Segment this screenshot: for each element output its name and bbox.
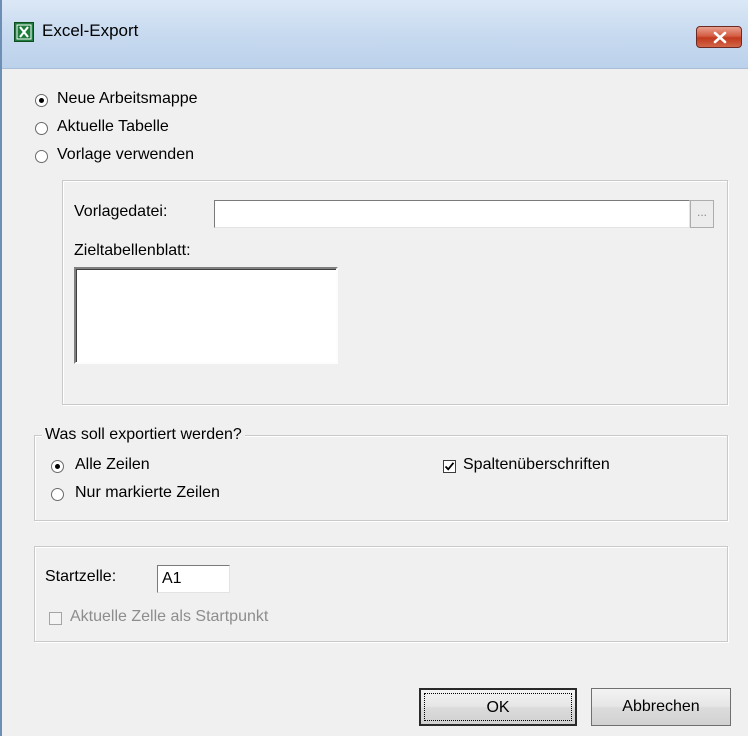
start-cell-label: Startzelle: — [45, 568, 117, 585]
start-cell-input[interactable]: A1 — [157, 565, 230, 593]
excel-export-dialog: Excel-Export Neue Arbeitsmappe Aktuelle … — [0, 0, 748, 736]
column-headers-checkbox[interactable] — [443, 460, 456, 473]
cancel-button-label: Abbrechen — [622, 698, 700, 715]
start-group — [34, 546, 728, 642]
export-group-legend: Was soll exportiert werden? — [42, 426, 245, 444]
close-icon — [713, 31, 727, 44]
radio-use-template[interactable] — [35, 150, 48, 163]
use-current-cell-checkbox[interactable] — [49, 612, 62, 625]
browse-button[interactable]: ... — [690, 200, 714, 228]
radio-new-workbook[interactable] — [35, 94, 48, 107]
cancel-button[interactable]: Abbrechen — [591, 688, 731, 726]
checkbox-label: Aktuelle Zelle als Startpunkt — [70, 608, 269, 625]
target-sheet-label: Zieltabellenblatt: — [74, 242, 191, 259]
radio-selected-rows[interactable] — [51, 488, 64, 501]
radio-current-table[interactable] — [35, 122, 48, 135]
target-sheet-list[interactable] — [74, 267, 338, 364]
excel-icon — [14, 22, 34, 42]
radio-label: Vorlage verwenden — [57, 146, 194, 163]
ok-button[interactable]: OK — [419, 688, 577, 726]
title-bar[interactable]: Excel-Export — [2, 0, 748, 69]
radio-label: Alle Zeilen — [75, 456, 150, 473]
checkmark-icon — [444, 462, 455, 471]
radio-label: Nur markierte Zeilen — [75, 484, 220, 501]
close-button[interactable] — [696, 26, 742, 48]
checkbox-label: Spaltenüberschriften — [463, 456, 610, 473]
template-file-input[interactable] — [214, 200, 690, 228]
window-title: Excel-Export — [42, 21, 139, 40]
template-file-label: Vorlagedatei: — [74, 203, 168, 220]
focus-rectangle — [424, 693, 572, 721]
radio-all-rows[interactable] — [51, 460, 64, 473]
radio-label: Neue Arbeitsmappe — [57, 90, 198, 107]
export-group — [34, 435, 728, 521]
radio-label: Aktuelle Tabelle — [57, 118, 169, 135]
